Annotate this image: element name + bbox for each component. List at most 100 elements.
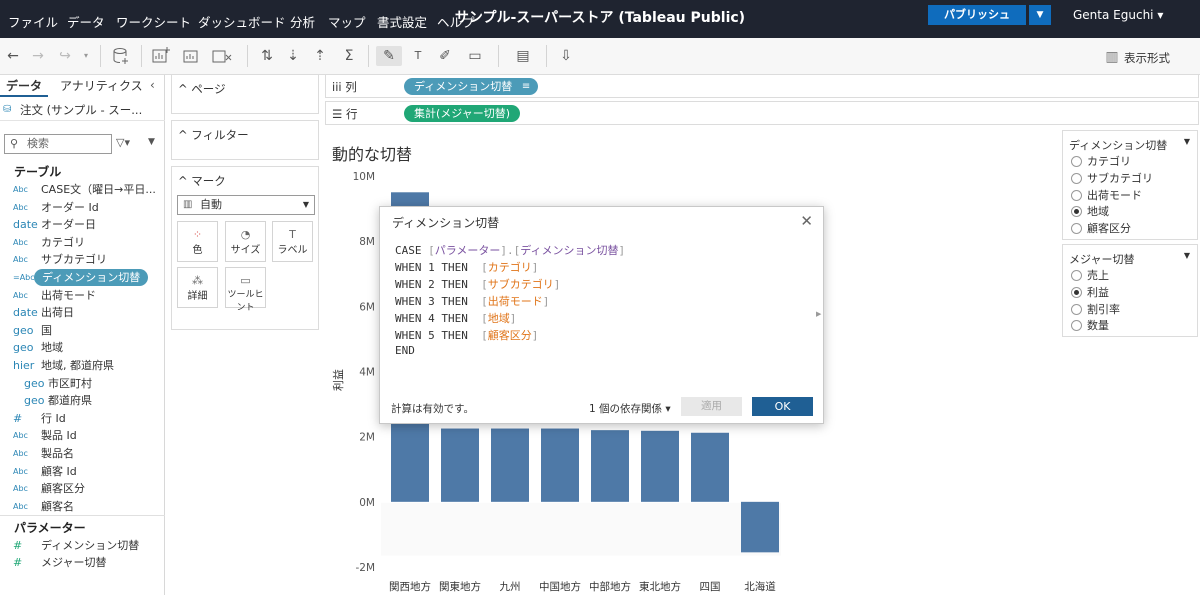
tooltip-button[interactable]: ▭ ツールヒント [225,267,266,313]
search-input[interactable]: ⚲ 検索 [4,134,112,154]
radio-option[interactable]: 地域 [1071,203,1109,219]
menu-map[interactable]: マップ [328,12,366,31]
filter-icon[interactable]: ▽▾ [116,136,130,149]
field-item[interactable]: Abc CASE文（曜日→平日... [0,181,165,198]
redo-more-icon[interactable]: ↪ [56,46,74,66]
columns-shelf[interactable]: iii 列 ディメンション切替 ≡ [325,74,1199,98]
text-label-icon[interactable]: T [409,46,427,66]
duplicate-sheet-icon[interactable] [182,46,202,66]
tab-analytics[interactable]: アナリティクス [60,75,150,97]
share-icon[interactable]: ⇩ [556,46,576,66]
sort-ascending-icon[interactable]: ⇣ [284,46,302,66]
chevron-down-icon[interactable]: ▼ [148,137,155,147]
columns-pill[interactable]: ディメンション切替 ≡ [404,78,539,95]
bracket: [ [467,312,488,325]
field-item[interactable]: date 出荷日 [0,304,165,321]
new-worksheet-icon[interactable] [151,46,173,66]
ok-button[interactable]: OK [752,397,813,416]
radio-option[interactable]: 利益 [1071,284,1109,300]
collapse-pane-icon[interactable]: ‹ [150,78,155,92]
field-item[interactable]: hier 地域, 都道府県 [0,357,165,374]
field-item[interactable]: Abc カテゴリ [0,234,165,251]
menu-file[interactable]: ファイル [8,12,58,31]
swap-icon[interactable]: ⇅ [258,46,276,66]
field-item[interactable]: geo 地域 [0,339,165,356]
menu-format[interactable]: 書式設定 [377,12,427,31]
chevron-down-icon[interactable]: ▼ [1184,251,1190,260]
tab-data[interactable]: データ [0,75,48,97]
formula-line: WHEN 1 THEN [カテゴリ] [395,259,538,275]
radio-icon [1071,286,1082,298]
radio-option[interactable]: 数量 [1071,317,1109,333]
detail-button[interactable]: ⁂ 詳細 [177,267,218,308]
size-button[interactable]: ◔ サイズ [225,221,266,262]
field-item[interactable]: Abc 出荷モード [0,287,165,304]
menu-data[interactable]: データ [67,12,105,31]
totals-icon[interactable]: Σ [338,46,360,66]
field-type-icon: Abc [13,290,28,300]
mark-type-select[interactable]: ▥ 自動 ▼ [177,195,315,215]
radio-option[interactable]: サブカテゴリ [1071,170,1153,186]
field-item[interactable]: date オーダー日 [0,216,165,233]
redo-icon[interactable]: → [30,46,46,66]
field-item[interactable]: Abc 製品名 [0,445,165,462]
field-item[interactable]: Abc 顧客 Id [0,463,165,480]
menu-worksheet[interactable]: ワークシート [116,12,191,31]
datasource-item[interactable]: ⛁ 注文 (サンプル - スー... [0,99,165,121]
chevron-down-icon[interactable]: ▾ [80,46,92,66]
fit-icon[interactable]: ▭ [461,46,489,66]
publish-button[interactable]: パブリッシュ [928,5,1026,25]
close-icon[interactable]: ✕ [800,212,813,230]
undo-icon[interactable]: ← [5,46,21,66]
x-tick-label: 九州 [500,581,521,593]
show-me-button[interactable]: 表示形式 [1124,50,1170,66]
highlight-icon[interactable]: ✎ [376,46,402,66]
label-button[interactable]: T ラベル [272,221,313,262]
radio-option[interactable]: 売上 [1071,267,1109,283]
expand-icon[interactable]: ▶ [816,310,821,318]
filters-card[interactable]: ^ フィルター [171,120,319,160]
radio-option[interactable]: 出荷モード [1071,187,1142,203]
field-item[interactable]: geo 都道府県 [0,392,165,409]
rows-pill[interactable]: 集計(メジャー切替) [404,105,521,122]
color-button[interactable]: ⁘ 色 [177,221,218,262]
parameter-item[interactable]: # ディメンション切替 [0,537,165,554]
field-item[interactable]: # 行 Id [0,410,165,427]
radio-option[interactable]: 割引率 [1071,301,1120,317]
menu-help[interactable]: ヘルプ [437,12,475,31]
field-item[interactable]: Abc サブカテゴリ [0,251,165,268]
field-item[interactable]: Abc 製品 Id [0,427,165,444]
sort-descending-icon[interactable]: ⇡ [311,46,329,66]
publish-dropdown-button[interactable]: ▼ [1029,5,1051,25]
field-item[interactable]: =Abc ディメンション切替 [0,269,165,286]
keyword: WHEN [395,329,422,342]
show-me-icon[interactable]: ▥ [1104,47,1120,67]
clear-sheet-icon[interactable] [211,46,237,66]
formula-editor[interactable]: CASE [パラメーター].[ディメンション切替] WHEN 1 THEN [カテ… [380,238,818,403]
bracket: ] [553,278,561,291]
radio-label: 割引率 [1087,302,1120,316]
user-menu[interactable]: Genta Eguchi ▾ [1073,8,1163,22]
apply-button[interactable]: 適用 [681,397,742,416]
field-item[interactable]: geo 市区町村 [0,375,165,392]
rows-shelf[interactable]: ☰ 行 集計(メジャー切替) [325,101,1199,125]
new-datasource-icon[interactable] [112,46,132,66]
parameter-item[interactable]: # メジャー切替 [0,554,165,571]
radio-option[interactable]: カテゴリ [1071,153,1131,169]
pages-card[interactable]: ^ ページ [171,74,319,114]
field-reference: 顧客区分 [487,329,532,342]
bar [641,430,679,502]
dependencies-button[interactable]: 1 個の依存関係 ▾ [589,401,671,416]
menu-dashboard[interactable]: ダッシュボード [198,12,286,31]
formula-line: WHEN 4 THEN [地域] [395,310,516,326]
formula-line: WHEN 3 THEN [出荷モード] [395,293,549,309]
field-item[interactable]: Abc 顧客区分 [0,480,165,497]
field-item[interactable]: geo 国 [0,322,165,339]
chevron-down-icon[interactable]: ▼ [1184,137,1190,146]
radio-option[interactable]: 顧客区分 [1071,220,1131,236]
present-icon[interactable]: ▤ [509,46,537,66]
annotate-icon[interactable]: ✐ [436,46,454,66]
menu-analysis[interactable]: 分析 [290,12,315,31]
field-item[interactable]: Abc 顧客名 [0,498,165,515]
field-item[interactable]: Abc オーダー Id [0,199,165,216]
